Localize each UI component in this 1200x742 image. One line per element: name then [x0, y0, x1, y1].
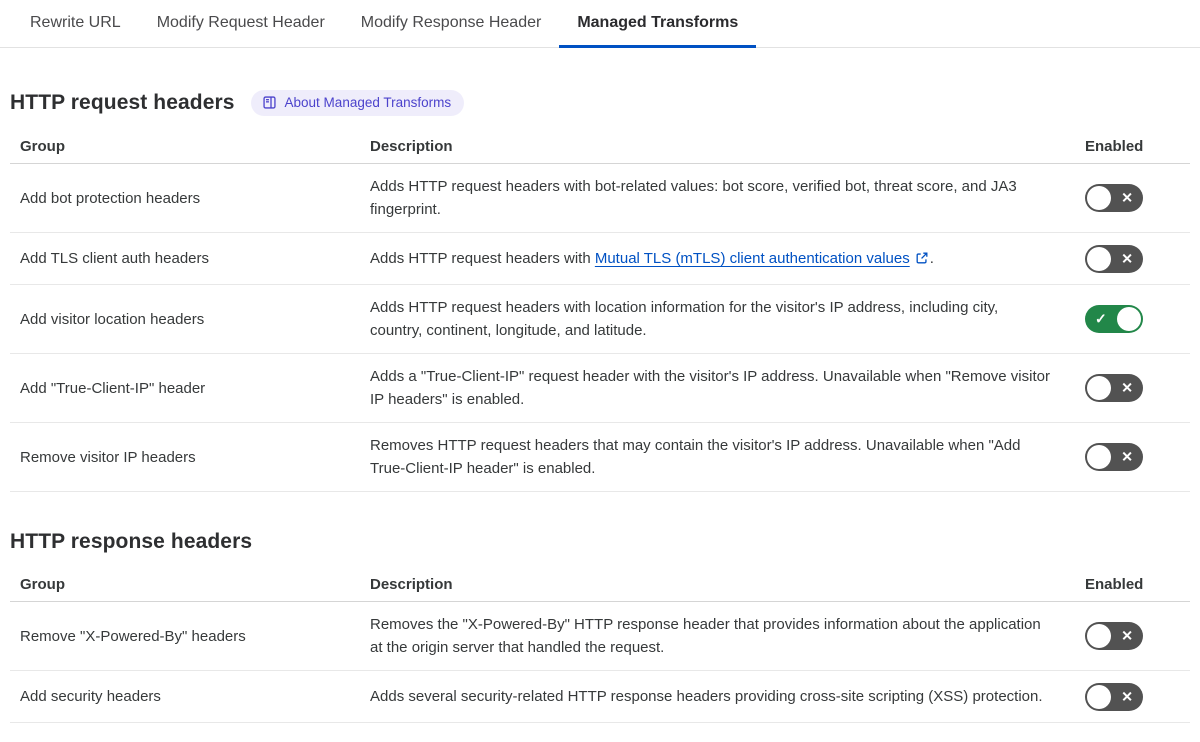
column-header-description: Description	[370, 576, 453, 593]
response-headers-section-head: HTTP response headers	[10, 530, 1190, 554]
toggle-state-icon: ✕	[1121, 627, 1133, 644]
table-row: Add "True-Client-IP" header Adds a "True…	[10, 354, 1190, 423]
book-icon	[262, 95, 277, 110]
group-cell: Add TLS client auth headers	[20, 250, 210, 267]
group-cell: Add security headers	[20, 688, 161, 705]
group-cell: Remove "X-Powered-By" headers	[20, 627, 246, 645]
toggle-knob	[1117, 307, 1141, 331]
toggle-knob	[1087, 376, 1111, 400]
column-header-enabled: Enabled	[1085, 138, 1144, 155]
enabled-toggle[interactable]: ✕	[1085, 374, 1143, 402]
toggle-state-icon: ✕	[1121, 688, 1133, 705]
toggle-state-icon: ✕	[1121, 250, 1133, 267]
group-cell: Add visitor location headers	[20, 310, 205, 328]
description-cell: Adds a "True-Client-IP" request header w…	[370, 368, 1050, 408]
tab-managed-transforms[interactable]: Managed Transforms	[559, 0, 757, 48]
enabled-toggle[interactable]: ✕	[1085, 682, 1143, 711]
description-cell: Removes HTTP request headers that may co…	[370, 437, 1021, 477]
column-header-description: Description	[370, 138, 453, 155]
toggle-knob	[1087, 624, 1111, 648]
toggle-state-icon: ✕	[1121, 448, 1133, 465]
group-cell: Remove visitor IP headers	[20, 448, 196, 466]
description-link[interactable]: Mutual TLS (mTLS) client authentication …	[595, 250, 910, 267]
enabled-toggle[interactable]: ✕	[1085, 184, 1143, 212]
description-cell: Adds HTTP request headers with Mutual TL…	[370, 250, 934, 267]
table-row: Add visitor location headers Adds HTTP r…	[10, 285, 1190, 354]
table-row: Add bot protection headers Adds HTTP req…	[10, 164, 1190, 233]
column-header-group: Group	[20, 138, 65, 155]
group-cell: Add "True-Client-IP" header	[20, 379, 206, 397]
toggle-knob	[1087, 445, 1111, 469]
tab-rewrite-url[interactable]: Rewrite URL	[12, 0, 139, 48]
enabled-toggle[interactable]: ✕	[1085, 443, 1143, 471]
description-cell: Adds HTTP request headers with location …	[370, 299, 999, 339]
response-headers-table-body: Remove "X-Powered-By" headers Removes th…	[10, 602, 1190, 723]
toggle-knob	[1087, 246, 1111, 271]
table-row: Add TLS client auth headers Adds HTTP re…	[10, 233, 1190, 285]
enabled-toggle[interactable]: ✕	[1085, 244, 1143, 273]
request-headers-table-head: Group Description Enabled	[10, 134, 1190, 164]
toggle-state-icon: ✕	[1121, 189, 1133, 206]
page-title-request-headers: HTTP request headers	[10, 91, 235, 114]
enabled-toggle[interactable]: ✕	[1085, 622, 1143, 650]
request-headers-section-head: HTTP request headers About Managed Trans…	[10, 90, 1190, 116]
toggle-knob	[1087, 186, 1111, 210]
table-row: Remove "X-Powered-By" headers Removes th…	[10, 602, 1190, 671]
response-headers-table-head: Group Description Enabled	[10, 572, 1190, 602]
description-cell: Adds several security-related HTTP respo…	[370, 688, 1043, 705]
table-row: Add security headers Adds several securi…	[10, 671, 1190, 723]
group-cell: Add bot protection headers	[20, 189, 201, 207]
about-managed-transforms-link[interactable]: About Managed Transforms	[250, 90, 465, 116]
toggle-state-icon: ✓	[1095, 310, 1107, 327]
request-headers-table-body: Add bot protection headers Adds HTTP req…	[10, 164, 1190, 492]
tab-modify-response-header[interactable]: Modify Response Header	[343, 0, 560, 48]
column-header-enabled: Enabled	[1085, 576, 1144, 593]
external-link-icon	[916, 252, 928, 264]
toggle-knob	[1087, 684, 1111, 709]
page-title-response-headers: HTTP response headers	[10, 530, 253, 553]
enabled-toggle[interactable]: ✓	[1085, 305, 1143, 333]
tab-modify-request-header[interactable]: Modify Request Header	[139, 0, 343, 48]
toggle-state-icon: ✕	[1121, 379, 1133, 396]
description-cell: Adds HTTP request headers with bot-relat…	[370, 178, 1017, 218]
column-header-group: Group	[20, 576, 65, 593]
badge-label: About Managed Transforms	[284, 95, 452, 110]
table-row: Remove visitor IP headers Removes HTTP r…	[10, 423, 1190, 492]
tab-bar: Rewrite URL Modify Request Header Modify…	[0, 0, 1200, 48]
description-cell: Removes the "X-Powered-By" HTTP response…	[370, 616, 1041, 656]
